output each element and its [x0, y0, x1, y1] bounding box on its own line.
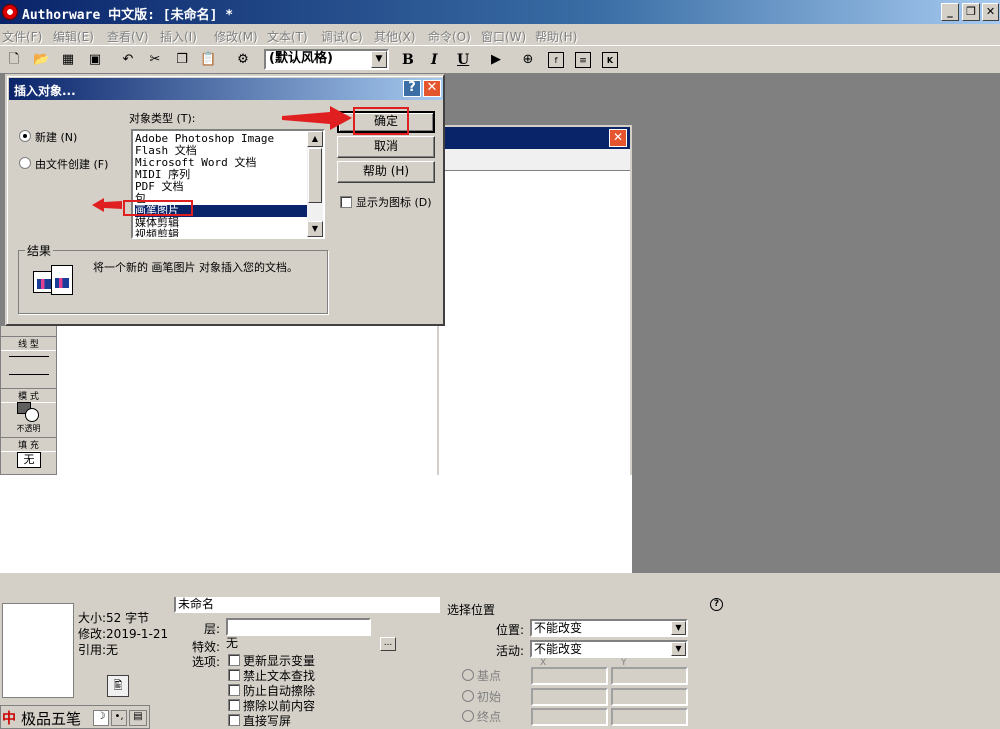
arrow-to-ok-button [282, 106, 352, 130]
arrow-to-selected-item [92, 198, 122, 212]
annotation-arrows [92, 106, 352, 212]
